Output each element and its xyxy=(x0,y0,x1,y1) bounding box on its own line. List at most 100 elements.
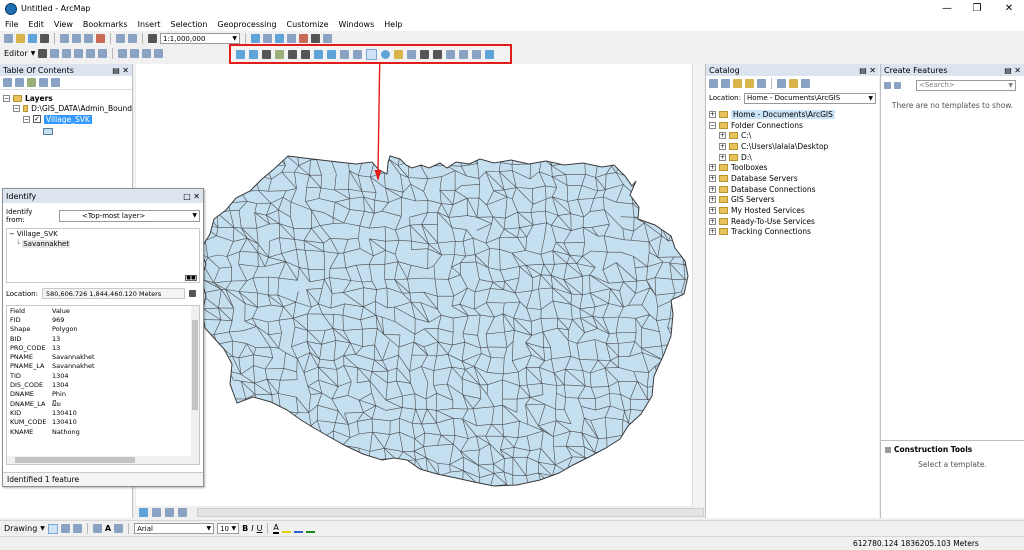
result-feature-row[interactable]: └ Savannakhet xyxy=(7,239,199,249)
polygon-symbol-icon[interactable] xyxy=(43,128,53,135)
menu-file[interactable]: File xyxy=(5,20,18,29)
attribute-row[interactable]: DIS_CODE 1304 xyxy=(7,380,195,389)
data-view-icon[interactable] xyxy=(139,507,148,517)
edit-annotation-icon[interactable] xyxy=(50,49,60,58)
map-horizontal-scrollbar[interactable] xyxy=(196,507,705,517)
clear-selection-icon[interactable] xyxy=(353,49,362,59)
menu-view[interactable]: View xyxy=(54,20,73,29)
time-slider-icon[interactable] xyxy=(472,49,481,59)
full-extent-icon[interactable] xyxy=(275,49,284,59)
attribute-row[interactable]: KID 130410 xyxy=(7,408,195,417)
identify-close-icon[interactable]: □ ✕ xyxy=(183,192,200,201)
catalog-item[interactable]: + Database Servers xyxy=(709,173,879,184)
find-icon[interactable] xyxy=(433,49,442,59)
rotate-icon[interactable] xyxy=(60,524,70,533)
splitter-grip-icon[interactable]: ■■ xyxy=(185,275,197,281)
home-icon[interactable] xyxy=(733,78,742,88)
pan-icon[interactable] xyxy=(262,49,271,59)
attributes-horizontal-scrollbar[interactable] xyxy=(7,456,193,464)
organize-templates-icon[interactable] xyxy=(884,81,891,89)
location-options-icon[interactable] xyxy=(188,290,196,297)
font-size-combo[interactable]: 10 ▼ xyxy=(217,523,240,534)
close-button[interactable]: ✕ xyxy=(994,0,1024,17)
paste-icon[interactable] xyxy=(84,34,93,43)
menu-edit[interactable]: Edit xyxy=(28,20,44,29)
attribute-row[interactable]: TID 1304 xyxy=(7,371,195,380)
catalog-item[interactable]: − Folder Connections xyxy=(709,120,879,131)
arctoolbox-icon[interactable] xyxy=(299,34,308,43)
trace-icon[interactable] xyxy=(86,49,96,58)
new-document-icon[interactable] xyxy=(4,34,13,43)
toc-folder-row[interactable]: − D:\GIS_DATA\Admin_Bound xyxy=(3,103,132,113)
save-icon[interactable] xyxy=(28,34,37,43)
undo-icon[interactable] xyxy=(116,34,125,43)
list-by-source-icon[interactable] xyxy=(15,78,24,87)
layer-name[interactable]: Village_SVK xyxy=(44,114,92,124)
catalog-item[interactable]: + My Hosted Services xyxy=(709,205,879,216)
menu-geoprocessing[interactable]: Geoprocessing xyxy=(217,20,276,29)
pin-close-icon[interactable]: ▤ ✕ xyxy=(1004,66,1021,75)
sketch-properties-icon[interactable] xyxy=(154,49,164,58)
end-point-arc-icon[interactable] xyxy=(74,49,84,58)
cut-icon[interactable] xyxy=(60,34,69,43)
menu-selection[interactable]: Selection xyxy=(171,20,208,29)
marker-color-icon[interactable] xyxy=(305,524,315,533)
back-extent-icon[interactable] xyxy=(314,49,323,59)
menu-insert[interactable]: Insert xyxy=(138,20,161,29)
attribute-row[interactable]: PRO_CODE 13 xyxy=(7,343,195,352)
catalog-item[interactable]: + D:\ xyxy=(709,152,879,163)
rectangle-icon[interactable] xyxy=(92,524,102,533)
views-icon[interactable] xyxy=(777,78,786,88)
back-icon[interactable] xyxy=(709,78,718,88)
layout-view-icon[interactable] xyxy=(151,507,161,517)
select-elements-icon[interactable] xyxy=(366,48,377,60)
model-builder-icon[interactable] xyxy=(323,34,332,43)
layer-visibility-checkbox[interactable]: ✓ xyxy=(33,115,41,123)
menu-windows[interactable]: Windows xyxy=(339,20,375,29)
italic-icon[interactable]: I xyxy=(251,524,253,533)
attribute-row[interactable]: DNAME Phin xyxy=(7,390,195,399)
editor-toolbar-icon[interactable] xyxy=(251,34,260,43)
forward-extent-icon[interactable] xyxy=(327,49,336,59)
catalog-item[interactable]: + Home - Documents\ArcGIS xyxy=(709,109,879,120)
catalog-location-combo[interactable]: Home - Documents\ArcGIS ▼ xyxy=(743,92,876,104)
fixed-zoom-out-icon[interactable] xyxy=(301,49,310,59)
map-view[interactable] xyxy=(136,64,692,506)
catalog-item[interactable]: + C:\Users\lalala\Desktop xyxy=(709,141,879,152)
attribute-row[interactable]: Shape Polygon xyxy=(7,325,195,334)
copy-icon[interactable] xyxy=(72,34,81,43)
result-layer-row[interactable]: − Village_SVK xyxy=(7,229,199,239)
go-to-xy-icon[interactable] xyxy=(459,49,468,59)
menu-help[interactable]: Help xyxy=(384,20,402,29)
toc-layers-row[interactable]: − Layers xyxy=(3,93,132,103)
zoom-out-icon[interactable] xyxy=(249,49,258,59)
underline-icon[interactable]: U xyxy=(257,524,263,533)
options-icon[interactable] xyxy=(51,78,60,87)
html-popup-icon[interactable] xyxy=(407,49,416,59)
python-window-icon[interactable] xyxy=(311,34,320,43)
identify-from-dropdown[interactable]: <Top-most layer> ▼ xyxy=(58,209,200,222)
zoom-in-icon[interactable] xyxy=(236,49,245,59)
split-tool-icon[interactable] xyxy=(118,49,128,58)
attributes-vertical-scrollbar[interactable] xyxy=(191,306,199,464)
point-icon[interactable] xyxy=(98,49,108,58)
toc-layer-row[interactable]: − ✓ Village_SVK xyxy=(3,113,132,125)
up-folder-icon[interactable] xyxy=(745,78,754,88)
minimize-button[interactable]: — xyxy=(932,0,962,17)
measure-icon[interactable] xyxy=(420,49,429,59)
attribute-row[interactable]: FID 969 xyxy=(7,315,195,324)
maximize-button[interactable]: ❐ xyxy=(962,0,992,17)
catalog-item[interactable]: + C:\ xyxy=(709,130,879,141)
select-features-icon[interactable] xyxy=(340,49,349,59)
catalog-item[interactable]: + GIS Servers xyxy=(709,195,879,206)
menu-customize[interactable]: Customize xyxy=(287,20,329,29)
bold-icon[interactable]: B xyxy=(242,524,248,533)
straight-segment-icon[interactable] xyxy=(62,49,72,58)
print-icon[interactable] xyxy=(40,34,49,43)
find-route-icon[interactable] xyxy=(446,49,455,59)
font-combo[interactable]: Arial ▼ xyxy=(134,523,215,534)
search-window-icon[interactable] xyxy=(287,34,296,43)
select-elements-icon[interactable] xyxy=(47,523,58,534)
identify-icon[interactable] xyxy=(381,49,390,59)
pin-close-icon[interactable]: ▤ ✕ xyxy=(112,66,129,75)
